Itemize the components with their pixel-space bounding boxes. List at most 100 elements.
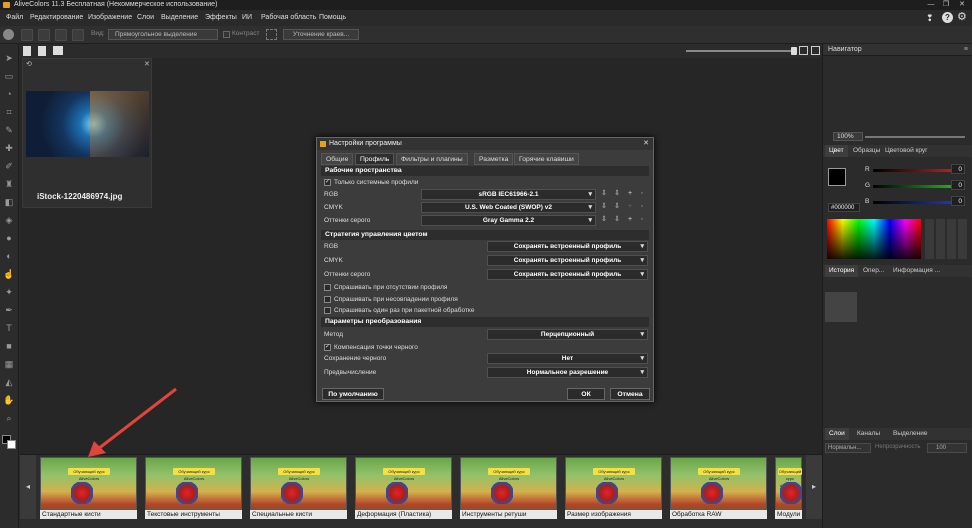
load-profile-icon[interactable]: ⇩ xyxy=(600,202,608,211)
blend-mode-select[interactable]: Нормальн... xyxy=(825,443,871,453)
st-cmyk-select[interactable]: Сохранять встроенный профиль xyxy=(487,255,648,266)
menu-image[interactable]: Изображение xyxy=(88,10,132,26)
keep-black-select[interactable]: Нет xyxy=(487,353,648,364)
precalc-select[interactable]: Нормальное разрешение xyxy=(487,367,648,378)
tutorial-label[interactable]: Размер изображения xyxy=(565,510,662,519)
load-profile-icon[interactable]: ⇩ xyxy=(600,215,608,224)
method-select[interactable]: Перцепционный xyxy=(487,329,648,340)
crop-tool-icon[interactable]: ⌗ xyxy=(3,106,15,118)
swatch-grid[interactable] xyxy=(925,219,969,259)
brush-tool-icon[interactable]: ✐ xyxy=(3,160,15,172)
tab-layers[interactable]: Слои xyxy=(825,428,849,440)
tab-operations[interactable]: Опер... xyxy=(859,265,888,277)
thumb-size-handle[interactable] xyxy=(791,47,797,55)
history-snapshot[interactable] xyxy=(825,292,857,322)
ask-mismatch-checkbox[interactable] xyxy=(324,296,331,303)
delete-profile-icon[interactable]: ▪ xyxy=(638,189,646,198)
r-field[interactable]: 0 xyxy=(951,164,965,174)
menu-workspace[interactable]: Рабочая область xyxy=(261,10,316,26)
list-view-icon[interactable] xyxy=(811,46,820,55)
rect-select-tool-icon[interactable]: ▭ xyxy=(3,70,15,82)
tutorial-thumbnail[interactable]: Обучающий курс AliveColors xyxy=(565,457,662,517)
smudge-tool-icon[interactable]: ☝ xyxy=(3,268,15,280)
tab-color-wheel[interactable]: Цветовой круг xyxy=(881,145,932,157)
contrast-checkbox[interactable] xyxy=(223,31,230,38)
filmstrip-next-icon[interactable]: ▸ xyxy=(806,455,822,519)
rotate-icon[interactable]: ⟲ xyxy=(26,60,32,68)
maximize-icon[interactable]: ❐ xyxy=(939,0,953,10)
system-profiles-checkbox[interactable]: ✓ xyxy=(324,179,331,186)
eraser-tool-icon[interactable]: ◧ xyxy=(3,196,15,208)
background-color-swatch[interactable] xyxy=(7,440,16,449)
tab-swatches[interactable]: Образцы xyxy=(849,145,884,157)
tutorial-thumbnail[interactable]: Обучающий курс AliveColors xyxy=(250,457,347,517)
close-icon[interactable]: ✕ xyxy=(955,0,969,10)
intersect-selection-icon[interactable] xyxy=(72,29,84,41)
b-field[interactable]: 0 xyxy=(951,196,965,206)
close-document-icon[interactable]: ✕ xyxy=(144,60,150,68)
notification-icon[interactable]: ❢ xyxy=(926,13,936,23)
menu-selection[interactable]: Выделение xyxy=(161,10,198,26)
menu-ai[interactable]: ИИ xyxy=(242,10,252,26)
save-profile-icon[interactable]: ⇩ xyxy=(613,189,621,198)
text-tool-icon[interactable]: T xyxy=(3,322,15,334)
menu-file[interactable]: Файл xyxy=(6,10,23,26)
menu-help[interactable]: Помощь xyxy=(319,10,346,26)
tutorial-label[interactable]: Обработка RAW xyxy=(670,510,767,519)
tutorial-label[interactable]: Инструменты ретуши xyxy=(460,510,557,519)
add-selection-icon[interactable] xyxy=(38,29,50,41)
document-thumbnail-card[interactable]: ⟲ ✕ iStock-1220486974.jpg xyxy=(22,58,152,208)
add-profile-icon[interactable]: + xyxy=(626,202,634,211)
refine-edges-button[interactable]: Уточнение краев... xyxy=(283,29,359,40)
tab-selection[interactable]: Выделение xyxy=(889,428,931,440)
move-tool-icon[interactable]: ➤ xyxy=(3,52,15,64)
folder-icon[interactable] xyxy=(53,46,63,55)
hand-tool-icon[interactable]: ✋ xyxy=(3,394,15,406)
tab-markup[interactable]: Разметка xyxy=(474,153,514,165)
tutorial-label[interactable]: Деформация (Пластика) xyxy=(355,510,452,519)
marquee-icon[interactable] xyxy=(266,29,277,40)
liquify-tool-icon[interactable]: ✦ xyxy=(3,286,15,298)
st-gray-select[interactable]: Сохранять встроенный профиль xyxy=(487,269,648,280)
delete-profile-icon[interactable]: ▪ xyxy=(638,215,646,224)
tutorial-thumbnail[interactable]: Обучающий курс AliveColors xyxy=(670,457,767,517)
ws-gray-select[interactable]: Gray Gamma 2.2 xyxy=(421,215,596,226)
tab-filters-plugins[interactable]: Фильтры и плагины xyxy=(396,153,468,165)
tab-general[interactable]: Общие xyxy=(321,153,354,165)
ws-cmyk-select[interactable]: U.S. Web Coated (SWOP) v2 xyxy=(421,202,596,213)
dodge-tool-icon[interactable]: ◐ xyxy=(3,250,15,262)
color-preview-swatch[interactable] xyxy=(828,168,846,186)
dialog-close-icon[interactable]: ✕ xyxy=(643,138,649,150)
ask-batch-checkbox[interactable] xyxy=(324,307,331,314)
tutorial-thumbnail[interactable]: Обучающий курс AliveColors xyxy=(355,457,452,517)
path-tool-icon[interactable]: ◭ xyxy=(3,376,15,388)
thumb-size-slider[interactable] xyxy=(686,50,796,52)
tab-history[interactable]: История xyxy=(825,265,859,277)
lasso-tool-icon[interactable]: ◔ xyxy=(3,88,15,100)
ok-button[interactable]: ОК xyxy=(567,388,605,400)
stamp-tool-icon[interactable]: ♜ xyxy=(3,178,15,190)
st-rgb-select[interactable]: Сохранять встроенный профиль xyxy=(487,241,648,252)
filmstrip-prev-icon[interactable]: ◂ xyxy=(20,455,36,519)
color-spectrum[interactable] xyxy=(827,219,921,259)
panel-menu-icon[interactable]: ≡ xyxy=(964,44,968,56)
new-selection-icon[interactable] xyxy=(21,29,33,41)
zoom-slider[interactable] xyxy=(865,136,965,138)
navigator-preview[interactable] xyxy=(823,56,972,132)
tab-info[interactable]: Информация ... xyxy=(889,265,944,277)
document-thumbnail-image[interactable] xyxy=(26,91,149,157)
defaults-button[interactable]: По умолчанию xyxy=(322,388,384,400)
save-profile-icon[interactable]: ⇩ xyxy=(613,202,621,211)
tutorial-thumbnail[interactable]: Обучающий курс AliveColors xyxy=(40,457,137,517)
minimize-icon[interactable]: — xyxy=(924,0,938,10)
ask-missing-checkbox[interactable] xyxy=(324,284,331,291)
black-comp-checkbox[interactable]: ✓ xyxy=(324,344,331,351)
g-field[interactable]: 0 xyxy=(951,180,965,190)
cancel-button[interactable]: Отмена xyxy=(610,388,650,400)
delete-profile-icon[interactable]: ▪ xyxy=(638,202,646,211)
tab-channels[interactable]: Каналы xyxy=(853,428,884,440)
menu-edit[interactable]: Редактирование xyxy=(30,10,83,26)
grid-view-icon[interactable] xyxy=(799,46,808,55)
ws-rgb-select[interactable]: sRGB IEC61966-2.1 xyxy=(421,189,596,200)
tool-preset-icon[interactable] xyxy=(3,29,14,40)
